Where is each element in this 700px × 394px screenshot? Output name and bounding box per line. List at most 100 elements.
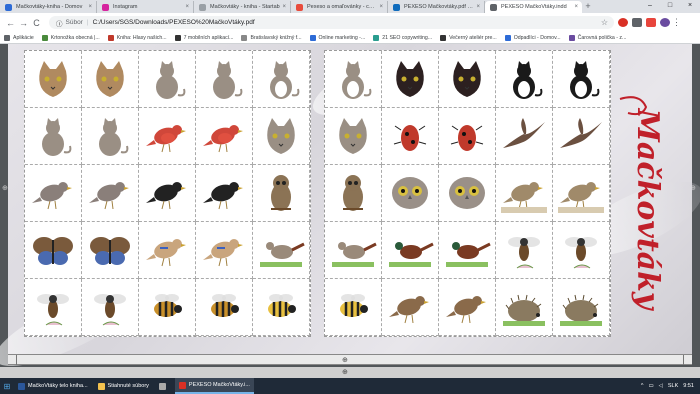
close-tab-icon[interactable]: × [574, 4, 578, 10]
close-tab-icon[interactable]: × [379, 4, 383, 10]
new-tab-button[interactable]: + [582, 1, 594, 13]
chevron-up-icon[interactable]: ^ [641, 383, 644, 389]
fly-illustration [37, 294, 69, 326]
bookmark-label: Aplikácie [13, 34, 34, 41]
pdf-viewer: ⊕ ⊕ Mačkovtáky ⊕ ⊕ [0, 44, 700, 378]
scroll-marker-icon: ⊕ [2, 185, 8, 192]
fly-illustration [565, 237, 597, 269]
taskbar-app[interactable]: Stiahnuté súbory [94, 378, 153, 394]
pexeso-card-cat-head [25, 51, 82, 108]
blackbird-illustration [203, 182, 243, 210]
horizontal-ruler: ⊕ [8, 354, 692, 365]
tab-favicon-icon [5, 4, 12, 11]
language-indicator[interactable]: SLK [668, 383, 678, 389]
ruler-center-mark: ⊕ [342, 369, 348, 376]
bug-illustration [393, 125, 427, 151]
taskbar-app[interactable]: PEXESO MačkoVtáky.i... [174, 378, 254, 394]
bookmark-favicon-icon [568, 34, 575, 41]
browser-tab[interactable]: Instagram × [97, 1, 194, 13]
windows-start-icon[interactable]: ⊞ [0, 382, 14, 391]
pexeso-card-cat-head [82, 51, 139, 108]
windows-taskbar: ⊞ MačkoVtáky telo kniha... Stiahnuté súbo… [0, 378, 700, 394]
bookmark-item[interactable]: Večerný ateliér pre... [440, 34, 497, 41]
browser-tab[interactable]: PEXESO MačkoVtáky.indd × [485, 1, 582, 13]
close-tab-icon[interactable]: × [476, 4, 480, 10]
pheasant-illustration [446, 242, 491, 267]
pdf-page: Mačkovtáky [0, 44, 700, 378]
system-tray: ^ ▭ ◁ SLK 9:51 [636, 383, 700, 389]
close-tab-icon[interactable]: × [282, 4, 286, 10]
owl-illustration [271, 175, 291, 211]
pexeso-card-hedgehog [496, 279, 553, 336]
pexeso-card-cat-bw [496, 51, 553, 108]
network-icon[interactable]: ▭ [648, 383, 653, 389]
taskbar-app-label: PEXESO MačkoVtáky.i... [188, 382, 250, 388]
pexeso-card-heron [496, 165, 553, 222]
cat-gray-illustration [156, 61, 186, 99]
close-tab-icon[interactable]: × [185, 4, 189, 10]
bookmark-item[interactable]: Bratislavský knižný f... [241, 34, 302, 41]
bookmark-favicon-icon [41, 34, 48, 41]
pexeso-card-cat-black [382, 51, 439, 108]
extension-icon[interactable] [618, 18, 628, 27]
browser-tab[interactable]: Mačkovtáky-kniha - Domov × [0, 1, 97, 13]
bookmark-star-icon[interactable]: ☆ [601, 18, 608, 27]
bookmark-label: Odpadlíci - Domov... [513, 34, 561, 41]
fly-illustration [508, 237, 540, 269]
bookmark-item[interactable]: Čarovná polička - z... [568, 34, 626, 41]
volume-icon[interactable]: ◁ [659, 383, 663, 389]
minimize-button[interactable]: – [640, 0, 660, 13]
tab-title: Mačkovtáky-kniha - Domov [16, 4, 83, 10]
cat-calico-illustration [270, 61, 300, 99]
hedgehog-illustration [503, 294, 545, 326]
lower-ruler: ⊕ [0, 367, 700, 378]
extension-icon[interactable] [632, 18, 642, 27]
card-grid-right [324, 50, 611, 337]
tab-title: PEXESO Mačkovtáky.pdf - On [404, 4, 474, 10]
cat-head-illustration [96, 61, 124, 97]
pexeso-card-owl [325, 165, 382, 222]
bookmark-favicon-icon [107, 34, 114, 41]
cat-black-illustration [453, 61, 481, 97]
bookmark-item[interactable]: Krtonožka obecná |... [41, 34, 100, 41]
forward-button[interactable]: → [17, 18, 30, 28]
address-bar[interactable]: ⓘ Súbor | C:/Users/SGS/Downloads/PEXESO%… [49, 16, 614, 29]
bookmark-item[interactable]: Aplikácie [4, 34, 34, 41]
url-text[interactable]: C:/Users/SGS/Downloads/PEXESO%20MačkoVtá… [93, 19, 255, 26]
app-icon [18, 382, 25, 390]
logo-text: Mačkovtáky [630, 108, 665, 312]
blackbird-illustration [146, 182, 186, 210]
info-icon[interactable]: ⓘ [56, 18, 63, 28]
taskbar-app[interactable]: MačkoVtáky telo kniha... [14, 378, 92, 394]
profile-avatar[interactable] [660, 18, 670, 27]
bookmark-item[interactable]: Odpadlíci - Domov... [504, 34, 561, 41]
bookmark-label: 21 SEO copywriting... [382, 34, 433, 41]
cat-gray-face-illustration [267, 118, 295, 154]
bookmark-item[interactable]: 21 SEO copywriting... [373, 34, 433, 41]
back-button[interactable]: ← [4, 18, 17, 28]
browser-tab[interactable]: Pexeso a omaľovánky - cozlio × [291, 1, 388, 13]
clock[interactable]: 9:51 [683, 383, 694, 389]
reload-button[interactable]: C [30, 18, 43, 28]
bookmark-label: 7 mobilních aplikací... [183, 34, 234, 41]
maximize-button[interactable]: □ [660, 0, 680, 13]
pexeso-card-cat-gray-face [253, 108, 310, 165]
cat-head-illustration [39, 61, 67, 97]
tab-strip: Mačkovtáky-kniha - Domov × Instagram × Mačko… [0, 0, 700, 13]
browser-tab[interactable]: PEXESO Mačkovtáky.pdf - On × [388, 1, 485, 13]
browser-tab[interactable]: Mačkovtáky - kniha - Startab × [194, 1, 291, 13]
menu-icon[interactable]: ⋮ [670, 17, 683, 28]
bookmark-item[interactable]: Kniha: Hlasy našich... [107, 34, 167, 41]
heron-illustration [558, 182, 604, 213]
pexeso-card-cat-gray-face [325, 108, 382, 165]
bookmark-item[interactable]: 7 mobilních aplikací... [174, 34, 234, 41]
pexeso-card-pheasant-hen [325, 222, 382, 279]
bookmark-item[interactable]: Online marketing -... [309, 34, 365, 41]
owl-face-illustration [449, 177, 485, 209]
close-window-button[interactable]: × [680, 0, 700, 13]
close-tab-icon[interactable]: × [88, 4, 92, 10]
extension-icon[interactable] [646, 18, 656, 27]
taskbar-app[interactable] [155, 378, 173, 394]
bookmark-favicon-icon [440, 34, 447, 41]
pexeso-card-cat-gray [139, 51, 196, 108]
